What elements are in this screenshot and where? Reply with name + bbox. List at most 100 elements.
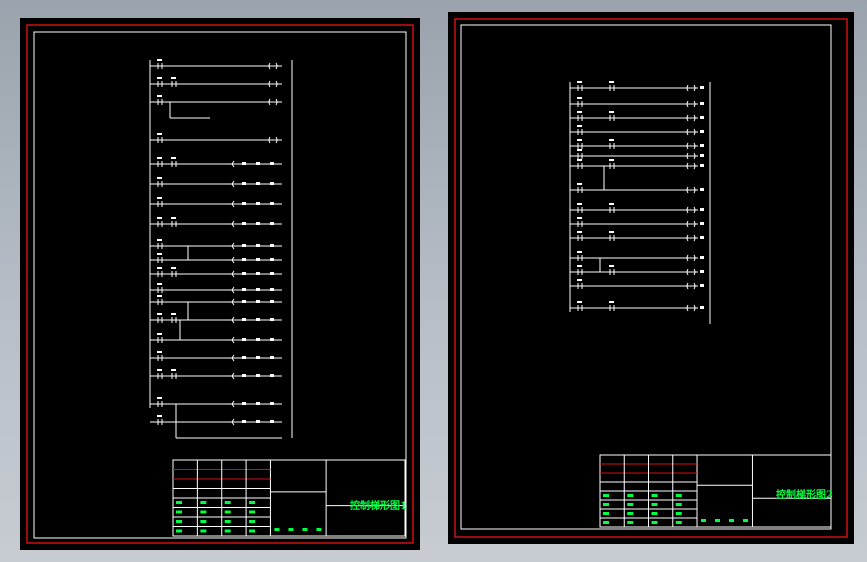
title-block-label-mark	[200, 501, 207, 504]
contact-label-mark	[157, 253, 162, 255]
contact-label-mark	[157, 351, 162, 353]
title-block-label-mark	[224, 529, 231, 533]
operand-mark	[270, 338, 274, 341]
title-block-label-mark	[224, 501, 231, 504]
title-block-label-mark	[627, 494, 634, 497]
operand-mark	[256, 288, 260, 291]
contact-label-mark	[157, 217, 162, 219]
contact-label-mark	[577, 251, 582, 253]
title-block-label-mark	[249, 501, 256, 504]
operand-mark	[256, 300, 260, 303]
operand-mark	[700, 188, 704, 191]
title-block-label-mark	[675, 512, 682, 515]
operand-mark	[700, 86, 704, 89]
contact-label-mark	[157, 369, 162, 371]
operand-mark	[700, 130, 704, 133]
operand-mark	[700, 222, 704, 225]
title-block-label-mark	[627, 512, 634, 515]
operand-mark	[242, 258, 246, 261]
operand-mark	[700, 116, 704, 119]
title-block-label-mark	[603, 521, 609, 524]
title-block-label-mark	[715, 519, 721, 522]
contact-label-mark	[577, 279, 582, 281]
operand-mark	[256, 356, 260, 359]
contact-label-mark	[577, 111, 582, 113]
title-block-label-mark	[729, 519, 735, 522]
operand-mark	[256, 258, 260, 261]
operand-mark	[270, 182, 274, 185]
sheet-title: 控制梯形图1	[350, 501, 407, 512]
sheet-border-outer	[454, 18, 848, 538]
sheet-border-outer	[26, 24, 414, 544]
contact-label-mark	[171, 369, 176, 371]
contact-label-mark	[157, 415, 162, 417]
contact-label-mark	[157, 313, 162, 315]
operand-mark	[270, 244, 274, 247]
contact-label-mark	[157, 95, 162, 97]
title-block-label-mark	[176, 529, 182, 533]
operand-mark	[270, 202, 274, 205]
title-block-label-mark	[176, 520, 182, 523]
contact-label-mark	[609, 159, 614, 161]
operand-mark	[700, 256, 704, 259]
title-block-label-mark	[176, 510, 182, 514]
ladder-diagram-1	[26, 24, 414, 544]
operand-mark	[242, 202, 246, 205]
operand-mark	[242, 162, 246, 165]
contact-label-mark	[577, 125, 582, 127]
contact-label-mark	[577, 139, 582, 141]
contact-label-mark	[157, 283, 162, 285]
operand-mark	[242, 182, 246, 185]
title-block-label-mark	[627, 521, 634, 524]
contact-label-mark	[157, 133, 162, 135]
title-block-label-mark	[288, 528, 294, 531]
title-block-label-mark	[675, 521, 682, 524]
operand-mark	[242, 318, 246, 321]
title-block-label-mark	[603, 512, 609, 515]
operand-mark	[270, 300, 274, 303]
operand-mark	[256, 374, 260, 377]
contact-label-mark	[609, 301, 614, 303]
contact-label-mark	[609, 81, 614, 83]
operand-mark	[242, 272, 246, 275]
contact-label-mark	[609, 231, 614, 233]
sheet-border-inner	[33, 31, 407, 539]
operand-mark	[700, 164, 704, 167]
title-block-label-mark	[176, 501, 182, 504]
drawing-sheet-2: 控制梯形图2	[448, 12, 854, 544]
operand-mark	[256, 202, 260, 205]
title-block-label-mark	[627, 503, 634, 506]
title-block-label-mark	[675, 494, 682, 497]
operand-mark	[256, 318, 260, 321]
title-block-label-mark	[224, 520, 231, 523]
title-block-label-mark	[249, 529, 256, 533]
operand-mark	[242, 420, 246, 423]
operand-mark	[270, 288, 274, 291]
title-block-label-mark	[603, 494, 609, 497]
contact-label-mark	[157, 177, 162, 179]
title-block-label-mark	[274, 528, 280, 531]
title-block-label-mark	[316, 528, 322, 531]
title-block-label-mark	[603, 503, 609, 506]
sheet-border-inner	[460, 24, 832, 530]
operand-mark	[700, 102, 704, 105]
contact-label-mark	[171, 157, 176, 159]
contact-label-mark	[157, 239, 162, 241]
contact-label-mark	[157, 295, 162, 297]
contact-label-mark	[577, 97, 582, 99]
operand-mark	[270, 272, 274, 275]
title-block-label-mark	[651, 521, 658, 524]
operand-mark	[270, 162, 274, 165]
contact-label-mark	[171, 77, 176, 79]
title-block-label-mark	[200, 510, 207, 514]
operand-mark	[242, 300, 246, 303]
contact-label-mark	[157, 197, 162, 199]
contact-label-mark	[171, 267, 176, 269]
operand-mark	[270, 420, 274, 423]
contact-label-mark	[609, 265, 614, 267]
title-block-label-mark	[651, 503, 658, 506]
contact-label-mark	[171, 313, 176, 315]
contact-label-mark	[577, 265, 582, 267]
contact-label-mark	[577, 149, 582, 151]
title-block-label-mark	[701, 519, 707, 522]
